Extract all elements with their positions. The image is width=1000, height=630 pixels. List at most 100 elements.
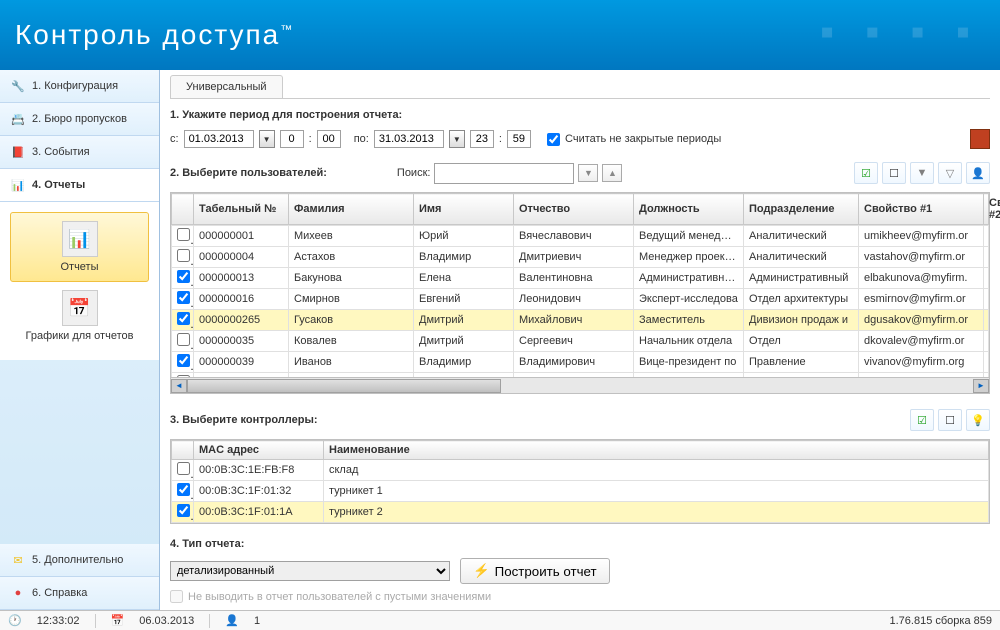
sidebar-item-help[interactable]: ● 6. Справка	[0, 577, 159, 610]
col-patronymic[interactable]: Отчество	[514, 194, 634, 225]
sidebar-item-reports[interactable]: 📊 4. Отчеты	[0, 169, 159, 202]
period-title: 1. Укажите период для построения отчета:	[170, 109, 990, 121]
clock-icon: 🕐	[8, 614, 22, 627]
col-position[interactable]: Должность	[634, 194, 744, 225]
skip-empty-row: Не выводить в отчет пользователей с пуст…	[170, 590, 990, 603]
calendar-large-icon: 📅	[62, 290, 98, 326]
sidebar-sub-reports[interactable]: 📊 Отчеты	[10, 212, 149, 282]
controllers-grid: MAC адрес Наименование 00:0B:3C:1E:FB:F8…	[170, 439, 990, 524]
controllers-title: 3. Выберите контроллеры:	[170, 414, 318, 426]
sidebar-label: 1. Конфигурация	[32, 80, 118, 92]
table-row[interactable]: 000000004АстаховВладимирДмитриевичМенедж…	[172, 247, 989, 268]
col-mac[interactable]: MAC адрес	[194, 441, 324, 460]
row-checkbox[interactable]	[177, 228, 190, 241]
sub-label: Графики для отчетов	[26, 330, 134, 342]
row-checkbox[interactable]	[177, 249, 190, 262]
table-row[interactable]: 000000039ИвановВладимирВладимировичВице-…	[172, 352, 989, 373]
table-row[interactable]: 00:0B:3C:1F:01:32турникет 1	[172, 481, 989, 502]
table-row[interactable]: 000000016СмирновЕвгенийЛеонидовичЭксперт…	[172, 289, 989, 310]
sidebar-item-config[interactable]: 🔧 1. Конфигурация	[0, 70, 159, 103]
row-checkbox[interactable]	[177, 291, 190, 304]
person-icon: 👤	[225, 614, 239, 627]
tab-bar: Универсальный	[170, 75, 990, 99]
search-label: Поиск:	[397, 167, 431, 179]
row-checkbox[interactable]	[177, 462, 190, 475]
ctrl-check-all-button[interactable]: ☑	[910, 409, 934, 431]
books-icon[interactable]	[970, 129, 990, 149]
row-checkbox[interactable]	[177, 270, 190, 283]
from-date-input[interactable]	[184, 130, 254, 148]
from-hour-input[interactable]	[280, 130, 304, 148]
table-row[interactable]: 000000013БакуноваЕленаВалентиновнаАдмини…	[172, 268, 989, 289]
search-down-button[interactable]: ▼	[578, 164, 598, 182]
check-all-button[interactable]: ☑	[854, 162, 878, 184]
col-check[interactable]	[172, 441, 194, 460]
from-min-input[interactable]	[317, 130, 341, 148]
col-check[interactable]	[172, 194, 194, 225]
uncheck-all-button[interactable]: ☐	[882, 162, 906, 184]
col-tabnum[interactable]: Табельный №	[194, 194, 289, 225]
sidebar-sub-charts[interactable]: 📅 Графики для отчетов	[10, 282, 149, 350]
scroll-right-icon[interactable]: ►	[973, 379, 989, 393]
app-title: Контроль доступа™	[15, 19, 294, 51]
app-header: Контроль доступа™ ▪ ▪ ▪ ▪	[0, 0, 1000, 70]
users-title: 2. Выберите пользователей:	[170, 167, 327, 179]
wrench-icon: 🔧	[10, 78, 26, 94]
table-row[interactable]: 0000000265ГусаковДмитрийМихайловичЗамест…	[172, 310, 989, 331]
report-type-select[interactable]: детализированный	[170, 561, 450, 581]
row-checkbox[interactable]	[177, 312, 190, 325]
statusbar: 🕐 12:33:02 📅 06.03.2013 👤 1 1.76.815 сбо…	[0, 610, 1000, 630]
skip-empty-checkbox	[170, 590, 183, 603]
row-checkbox[interactable]	[177, 333, 190, 346]
row-checkbox[interactable]	[177, 354, 190, 367]
to-date-dropdown[interactable]: ▼	[449, 130, 465, 148]
build-report-button[interactable]: ⚡ Построить отчет	[460, 558, 610, 584]
open-periods-checkbox[interactable]	[547, 133, 560, 146]
table-row[interactable]: 00:0B:3C:1E:FB:F8склад	[172, 460, 989, 481]
users-hscroll[interactable]: ◄ ►	[171, 377, 989, 393]
to-min-input[interactable]	[507, 130, 531, 148]
sidebar-item-events[interactable]: 📕 3. События	[0, 136, 159, 169]
sidebar-item-extra[interactable]: ✉ 5. Дополнительно	[0, 544, 159, 577]
ctrl-bulb-button[interactable]: 💡	[966, 409, 990, 431]
sidebar-label: 3. События	[32, 146, 90, 158]
status-date: 06.03.2013	[139, 615, 194, 627]
col-prop2[interactable]: Свойство #2	[984, 194, 989, 225]
header-decoration: ▪ ▪ ▪ ▪	[820, 10, 980, 55]
calendar-icon: 📅	[111, 614, 125, 627]
user-button[interactable]: 👤	[966, 162, 990, 184]
from-date-dropdown[interactable]: ▼	[259, 130, 275, 148]
search-input[interactable]	[434, 163, 574, 184]
chart-icon: 📊	[10, 177, 26, 193]
col-name[interactable]: Наименование	[324, 441, 989, 460]
tab-universal[interactable]: Универсальный	[170, 75, 283, 98]
col-department[interactable]: Подразделение	[744, 194, 859, 225]
reports-large-icon: 📊	[62, 221, 98, 257]
status-users: 1	[254, 615, 260, 627]
sidebar-item-passes[interactable]: 📇 2. Бюро пропусков	[0, 103, 159, 136]
lightning-icon: ⚡	[473, 563, 490, 579]
period-row: с: ▼ : по: ▼ : Считать не закрытые перио…	[170, 129, 990, 149]
col-lastname[interactable]: Фамилия	[289, 194, 414, 225]
users-grid: Табельный № Фамилия Имя Отчество Должнос…	[170, 192, 990, 394]
card-icon: 📇	[10, 111, 26, 127]
to-hour-input[interactable]	[470, 130, 494, 148]
search-up-button[interactable]: ▲	[602, 164, 622, 182]
table-row[interactable]: 000000001МихеевЮрийВячеславовичВедущий м…	[172, 226, 989, 247]
row-checkbox[interactable]	[177, 483, 190, 496]
book-icon: 📕	[10, 144, 26, 160]
ctrl-uncheck-all-button[interactable]: ☐	[938, 409, 962, 431]
col-firstname[interactable]: Имя	[414, 194, 514, 225]
filter-button[interactable]: ▼	[910, 162, 934, 184]
row-checkbox[interactable]	[177, 504, 190, 517]
status-version: 1.76.815 сборка 859	[890, 615, 993, 627]
table-row[interactable]: 00:0B:3C:1F:01:1Aтурникет 2	[172, 502, 989, 523]
table-row[interactable]: 000000035КовалевДмитрийСергеевичНачальни…	[172, 331, 989, 352]
col-prop1[interactable]: Свойство #1	[859, 194, 984, 225]
scroll-left-icon[interactable]: ◄	[171, 379, 187, 393]
sidebar-sub-panel: 📊 Отчеты 📅 Графики для отчетов	[0, 202, 159, 360]
sidebar-label: 5. Дополнительно	[32, 554, 123, 566]
to-date-input[interactable]	[374, 130, 444, 148]
sidebar: 🔧 1. Конфигурация 📇 2. Бюро пропусков 📕 …	[0, 70, 160, 610]
filter-clear-button[interactable]: ▽	[938, 162, 962, 184]
